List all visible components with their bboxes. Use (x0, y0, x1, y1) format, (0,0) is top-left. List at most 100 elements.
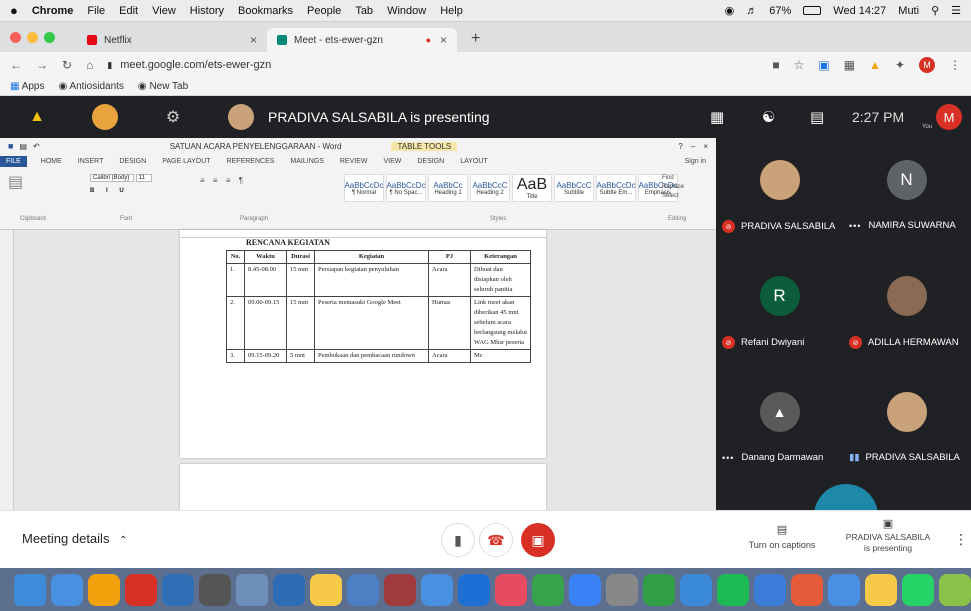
font-size-select[interactable]: 11 (135, 174, 152, 182)
menu-clock[interactable]: Wed 14:27 (833, 5, 886, 17)
word-tab-references[interactable]: REFERENCES (227, 158, 275, 165)
style-subtle-emphasis[interactable]: AaBbCcDc Subtle Em... (596, 174, 636, 202)
word-tab-mailings[interactable]: MAILINGS (290, 158, 323, 165)
dock-app-icon[interactable] (421, 573, 453, 606)
dock-app-icon[interactable] (88, 573, 120, 606)
style-heading-2[interactable]: AaBbCcC Heading 2 (470, 174, 510, 202)
undo-icon[interactable]: ↶ (33, 142, 40, 151)
forward-icon[interactable]: → (36, 58, 48, 72)
extension-icon[interactable]: ▲ (869, 58, 881, 72)
menu-user[interactable]: Muti (898, 5, 919, 17)
dock-app-icon[interactable] (162, 573, 194, 606)
dock-app-icon[interactable] (532, 573, 564, 606)
word-tab-insert[interactable]: INSERT (78, 158, 104, 165)
style-title[interactable]: AaB Title (512, 174, 552, 202)
battery-icon[interactable] (803, 6, 822, 15)
spotlight-icon[interactable]: ⚲ (931, 4, 939, 17)
dock-app-icon[interactable] (458, 573, 490, 606)
style-heading-1[interactable]: AaBbCc Heading 1 (428, 174, 468, 202)
word-tab-file[interactable]: FILE (0, 155, 27, 167)
volume-icon[interactable]: ♬ (746, 5, 757, 17)
new-tab-button[interactable]: + (471, 30, 480, 48)
menu-people[interactable]: People (307, 5, 341, 17)
reload-icon[interactable]: ↻ (62, 58, 72, 72)
zoom-window-button[interactable] (44, 31, 55, 43)
extension-icon[interactable]: ▣ (818, 58, 829, 72)
back-icon[interactable]: ← (10, 58, 22, 72)
word-tab-review[interactable]: REVIEW (340, 158, 368, 165)
dock-app-icon[interactable] (199, 573, 231, 606)
address-bar[interactable]: ▮ meet.google.com/ets-ewer-gzn (107, 55, 759, 75)
replace-button[interactable]: Replace (662, 183, 684, 192)
captions-button[interactable]: ▤ Turn on captions (742, 523, 822, 550)
select-button[interactable]: Select (662, 192, 684, 201)
thumbs-up-icon[interactable]: ▲ (24, 104, 50, 130)
menu-window[interactable]: Window (387, 5, 426, 17)
menu-bookmarks[interactable]: Bookmarks (238, 5, 293, 17)
document-page[interactable] (180, 464, 546, 510)
close-tab-icon[interactable]: × (250, 33, 257, 47)
bookmark-antiosidants[interactable]: ◉ Antiosidants (58, 81, 123, 92)
sign-in-link[interactable]: Sign in (685, 158, 706, 165)
bookmark-apps[interactable]: ▦ Apps (10, 81, 44, 92)
word-tab-table-layout[interactable]: LAYOUT (460, 158, 488, 165)
chat-icon[interactable]: ▤ (810, 108, 824, 126)
bookmark-star-icon[interactable]: ☆ (794, 58, 805, 72)
bookmark-new-tab[interactable]: ◉ New Tab (138, 81, 188, 92)
dock-app-icon[interactable] (495, 573, 527, 606)
close-icon[interactable]: × (703, 142, 708, 151)
bullets-icon[interactable]: ≡ (200, 176, 208, 185)
dock-app-icon[interactable] (939, 573, 971, 606)
dock-app-icon[interactable] (865, 573, 897, 606)
participant-tile[interactable]: N ••• NAMIRA SUWARNA (843, 138, 970, 231)
font-format-row[interactable]: B I U (90, 188, 170, 194)
dock-app-icon[interactable] (828, 573, 860, 606)
style-no-spacing[interactable]: AaBbCcDc ¶ No Spac... (386, 174, 426, 202)
tab-meet[interactable]: Meet - ets-ewer-gzn ● × (267, 28, 457, 52)
extension-icon[interactable]: ▦ (844, 58, 855, 72)
more-options-icon[interactable]: ••• (722, 453, 734, 463)
participant-tile[interactable]: ⊘ ADILLA HERMAWAN (843, 254, 970, 349)
wifi-icon[interactable]: ◉ (725, 4, 735, 17)
word-tab-view[interactable]: VIEW (383, 158, 401, 165)
participant-tile[interactable]: ▮▮ PRADIVA SALSABILA (843, 370, 970, 463)
dock-app-icon[interactable] (125, 573, 157, 606)
layout-icon[interactable]: ▦ (710, 108, 724, 126)
self-avatar[interactable]: M (936, 104, 962, 130)
word-tab-design[interactable]: DESIGN (119, 158, 146, 165)
more-menu-icon[interactable]: ⋮ (949, 58, 961, 72)
tab-netflix[interactable]: Netflix × (77, 28, 267, 52)
dock-app-icon[interactable] (791, 573, 823, 606)
presenter-thumbnail[interactable] (92, 104, 118, 130)
find-button[interactable]: Find (662, 174, 684, 183)
pilcrow-icon[interactable]: ¶ (239, 176, 246, 185)
camera-indicator-icon[interactable]: ■ (772, 58, 779, 72)
dock-app-icon[interactable] (902, 573, 934, 606)
menu-history[interactable]: History (190, 5, 224, 17)
menu-help[interactable]: Help (440, 5, 463, 17)
menu-app-name[interactable]: Chrome (32, 5, 74, 17)
dock-app-icon[interactable] (236, 573, 268, 606)
dock-app-icon[interactable] (310, 573, 342, 606)
numbering-icon[interactable]: ≡ (213, 176, 221, 185)
people-icon[interactable]: ☯ (762, 108, 775, 126)
dock-app-icon[interactable] (51, 573, 83, 606)
menu-tab[interactable]: Tab (355, 5, 373, 17)
word-tab-home[interactable]: HOME (41, 158, 62, 165)
dock-app-icon[interactable] (14, 573, 46, 606)
presenting-status[interactable]: ▣ PRADIVA SALSABILA is presenting (838, 519, 938, 554)
dock-app-icon[interactable] (754, 573, 786, 606)
more-options-icon[interactable]: ••• (849, 221, 861, 231)
dock-app-icon[interactable] (273, 573, 305, 606)
dock-app-icon[interactable] (347, 573, 379, 606)
battery-percent[interactable]: 67% (769, 5, 791, 17)
align-icon[interactable]: ≡ (226, 176, 234, 185)
help-icon[interactable]: ? (678, 142, 682, 151)
participant-tile[interactable]: R ⊘ Refani Dwiyani (716, 254, 843, 349)
home-icon[interactable]: ⌂ (86, 58, 93, 72)
word-tab-table-design[interactable]: DESIGN (417, 158, 444, 165)
dock-app-icon[interactable] (384, 573, 416, 606)
minimize-icon[interactable]: – (691, 142, 695, 151)
menu-edit[interactable]: Edit (119, 5, 138, 17)
dock-app-icon[interactable] (606, 573, 638, 606)
